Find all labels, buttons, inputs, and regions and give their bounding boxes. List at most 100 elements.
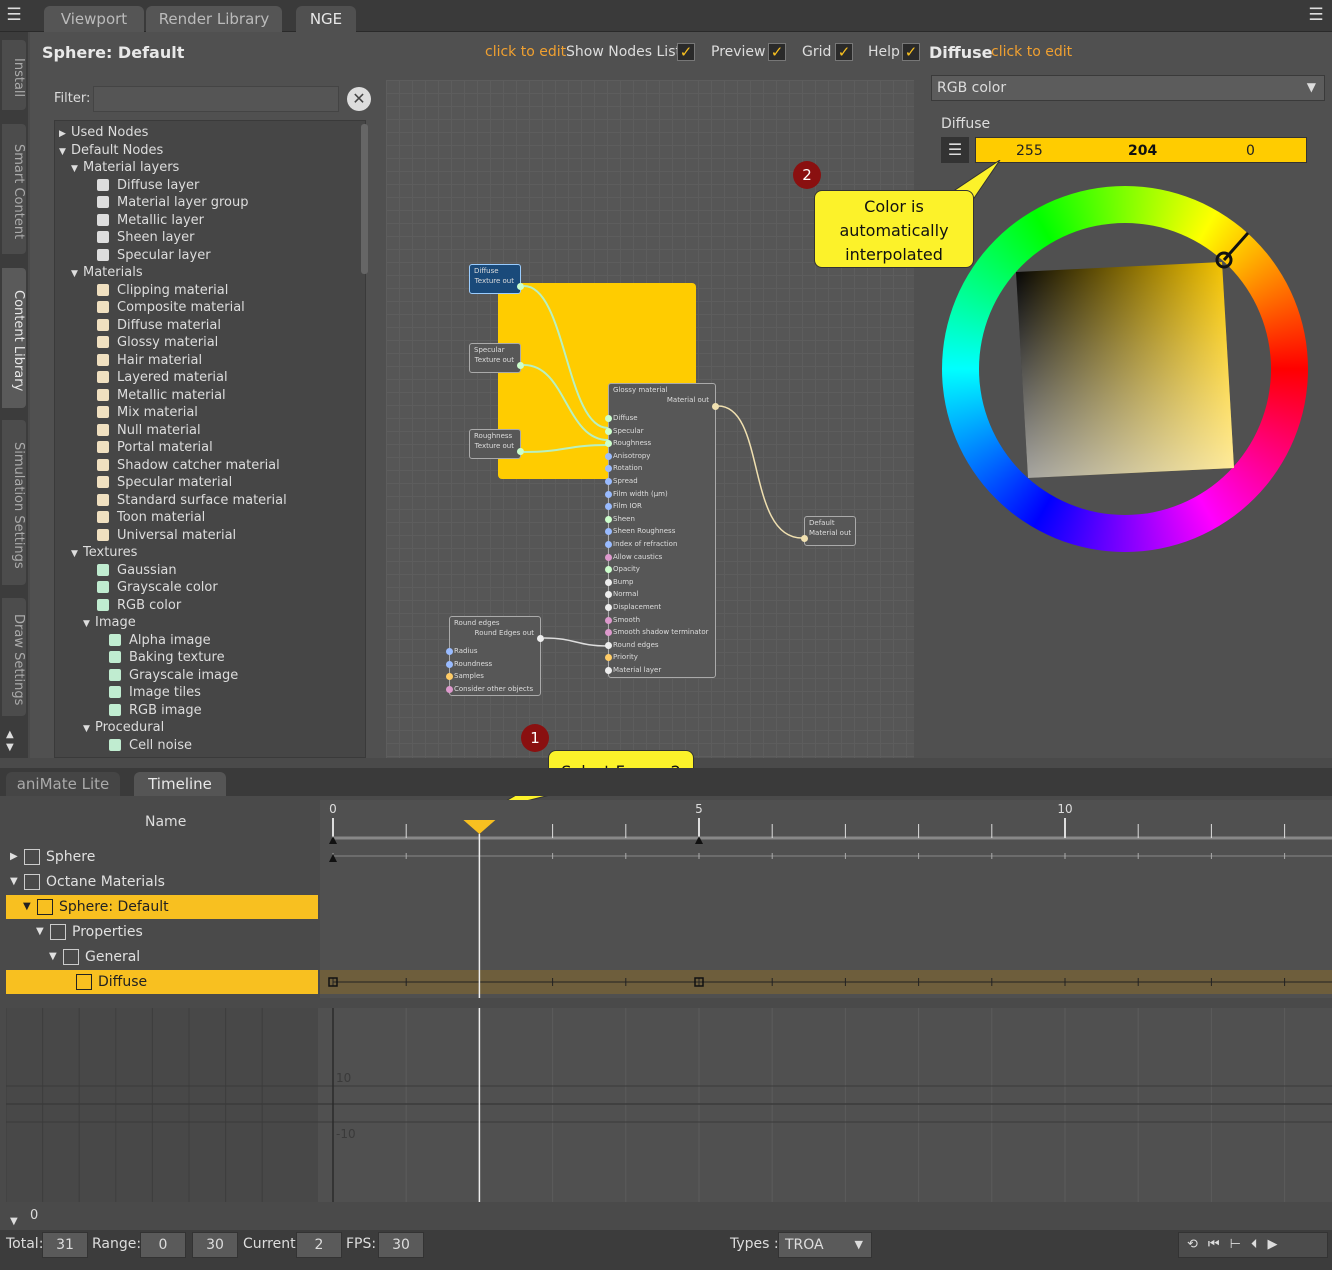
tree-item[interactable]: Layered material bbox=[97, 369, 228, 386]
timeline-row[interactable]: ▼ Sphere: Default bbox=[6, 895, 318, 919]
current-frame-marker[interactable] bbox=[463, 820, 496, 834]
diffuse-node[interactable]: Diffuse Texture out bbox=[469, 264, 524, 294]
input-pin[interactable] bbox=[605, 440, 612, 448]
tree-item[interactable]: Mix material bbox=[97, 404, 198, 421]
input-pin[interactable] bbox=[605, 654, 612, 662]
expand-arrow-icon[interactable]: ▼ bbox=[83, 616, 95, 633]
tree-item[interactable]: Alpha image bbox=[109, 632, 211, 649]
expand-arrow-icon[interactable]: ▶ bbox=[59, 126, 71, 143]
expand-arrow-icon[interactable]: ▼ bbox=[71, 161, 83, 178]
expand-arrow-icon[interactable]: ▼ bbox=[71, 266, 83, 283]
panel-menu-icon[interactable]: ☰ bbox=[1306, 6, 1326, 24]
expand-arrow-icon[interactable]: ▼ bbox=[59, 144, 71, 161]
specular-node[interactable]: Specular Texture out bbox=[469, 343, 524, 373]
tree-item[interactable]: ▼ Material layers bbox=[71, 159, 179, 176]
input-pin[interactable] bbox=[605, 528, 612, 536]
tree-item[interactable]: ▶ Used Nodes bbox=[59, 124, 148, 141]
round-edges-node[interactable]: Round edges Round Edges out Radius Roundn… bbox=[446, 616, 544, 696]
tree-item[interactable]: Composite material bbox=[97, 299, 245, 316]
input-pin[interactable] bbox=[605, 616, 612, 624]
input-pin[interactable] bbox=[605, 515, 612, 523]
expand-arrow-icon[interactable]: ▼ bbox=[36, 920, 44, 944]
types-dropdown[interactable]: TROA ▼ bbox=[778, 1232, 872, 1258]
step-back-icon[interactable]: ⏴ bbox=[1251, 1237, 1268, 1252]
tree-item[interactable]: Gaussian bbox=[97, 562, 177, 579]
output-pin[interactable] bbox=[517, 448, 524, 455]
tree-item[interactable]: Clipping material bbox=[97, 282, 228, 299]
tree-item[interactable]: Image tiles bbox=[109, 684, 201, 701]
menu-icon[interactable]: ☰ bbox=[4, 6, 24, 24]
expand-arrow-icon[interactable]: ▼ bbox=[49, 945, 57, 969]
vtab-install[interactable]: Install bbox=[2, 40, 26, 110]
tree-item[interactable]: Metallic layer bbox=[97, 212, 204, 229]
roughness-node[interactable]: Roughness Texture out bbox=[469, 429, 524, 459]
help-checkbox[interactable]: ✓ bbox=[902, 43, 920, 61]
tree-item[interactable]: Universal material bbox=[97, 527, 236, 544]
input-pin[interactable] bbox=[605, 490, 612, 498]
input-pin[interactable] bbox=[605, 553, 612, 561]
input-pin[interactable] bbox=[605, 641, 612, 649]
tree-item[interactable]: Shadow catcher material bbox=[97, 457, 280, 474]
tree-item[interactable]: ▼ Image bbox=[83, 614, 136, 631]
input-pin[interactable] bbox=[801, 535, 808, 542]
tree-item[interactable]: Null material bbox=[97, 422, 201, 439]
expand-arrow-icon[interactable]: ▼ bbox=[10, 1216, 18, 1227]
tab-nge[interactable]: NGE bbox=[296, 6, 356, 32]
output-pin[interactable] bbox=[517, 283, 524, 290]
current-frame-field[interactable]: 2 bbox=[296, 1232, 342, 1258]
input-pin[interactable] bbox=[446, 685, 453, 693]
tree-item[interactable]: Sheen layer bbox=[97, 229, 194, 246]
tree-item[interactable]: ▼ Materials bbox=[71, 264, 143, 281]
vtab-simulation-settings[interactable]: Simulation Settings bbox=[2, 420, 26, 585]
expand-arrow-icon[interactable]: ▶ bbox=[10, 845, 18, 869]
show-nodes-checkbox[interactable]: ✓ bbox=[677, 43, 695, 61]
skip-start-icon[interactable]: ⏮ bbox=[1208, 1237, 1230, 1252]
input-pin[interactable] bbox=[605, 667, 612, 674]
color-value-bar[interactable]: 255 204 0 bbox=[975, 137, 1307, 163]
scroll-arrows-icon[interactable]: ▲ ▼ bbox=[6, 728, 14, 754]
color-picker-svg[interactable] bbox=[942, 186, 1308, 552]
tab-viewport[interactable]: Viewport bbox=[44, 6, 144, 32]
input-pin[interactable] bbox=[446, 660, 453, 668]
tree-item[interactable]: Glossy material bbox=[97, 334, 218, 351]
input-pin[interactable] bbox=[605, 415, 612, 422]
output-pin[interactable] bbox=[712, 403, 719, 410]
output-pin[interactable] bbox=[517, 362, 524, 369]
tree-item[interactable]: RGB color bbox=[97, 597, 181, 614]
red-value[interactable]: 255 bbox=[1016, 143, 1043, 159]
expand-arrow-icon[interactable]: ▼ bbox=[10, 870, 18, 894]
expand-arrow-icon[interactable]: ▼ bbox=[71, 546, 83, 563]
default-node[interactable]: Default Material out bbox=[801, 516, 856, 546]
expand-arrow-icon[interactable]: ▼ bbox=[23, 895, 31, 919]
tree-item[interactable]: ▼ Textures bbox=[71, 544, 137, 561]
tree-item[interactable]: Grayscale image bbox=[109, 667, 238, 684]
tab-render-library[interactable]: Render Library bbox=[146, 6, 282, 32]
tree-item[interactable]: Standard surface material bbox=[97, 492, 287, 509]
fps-field[interactable]: 30 bbox=[378, 1232, 424, 1258]
tree-item[interactable]: RGB image bbox=[109, 702, 202, 719]
tree-item[interactable]: Baking texture bbox=[109, 649, 225, 666]
input-pin[interactable] bbox=[605, 465, 612, 473]
tree-item[interactable]: ▼ Default Nodes bbox=[59, 142, 163, 159]
tree-item[interactable]: Specular layer bbox=[97, 247, 211, 264]
range-start-field[interactable]: 0 bbox=[140, 1232, 186, 1258]
play-icon[interactable]: ▶ bbox=[1267, 1237, 1287, 1252]
node-graph[interactable]: Diffuse Texture out Specular Texture out… bbox=[386, 80, 914, 758]
input-pin[interactable] bbox=[605, 604, 612, 611]
timeline-row[interactable]: ▼ General bbox=[6, 945, 318, 969]
input-pin[interactable] bbox=[446, 648, 453, 655]
timeline-row[interactable]: Diffuse bbox=[6, 970, 318, 994]
vtab-smart-content[interactable]: Smart Content bbox=[2, 124, 26, 254]
output-pin[interactable] bbox=[537, 635, 544, 642]
tree-item[interactable]: Specular material bbox=[97, 474, 232, 491]
clear-filter-icon[interactable]: ✕ bbox=[347, 87, 371, 111]
tree-scrollbar[interactable] bbox=[361, 124, 368, 274]
vtab-content-library[interactable]: Content Library bbox=[2, 268, 26, 408]
timeline-row[interactable]: ▼ Octane Materials bbox=[6, 870, 318, 894]
click-to-edit-link[interactable]: click to edit bbox=[485, 44, 566, 60]
tree-item[interactable]: ▼ Procedural bbox=[83, 719, 164, 736]
timeline-row[interactable]: ▼ Properties bbox=[6, 920, 318, 944]
tab-timeline[interactable]: Timeline bbox=[134, 772, 226, 796]
tree-item[interactable]: Material layer group bbox=[97, 194, 248, 211]
texture-type-dropdown[interactable]: RGB color ▼ bbox=[931, 75, 1325, 101]
